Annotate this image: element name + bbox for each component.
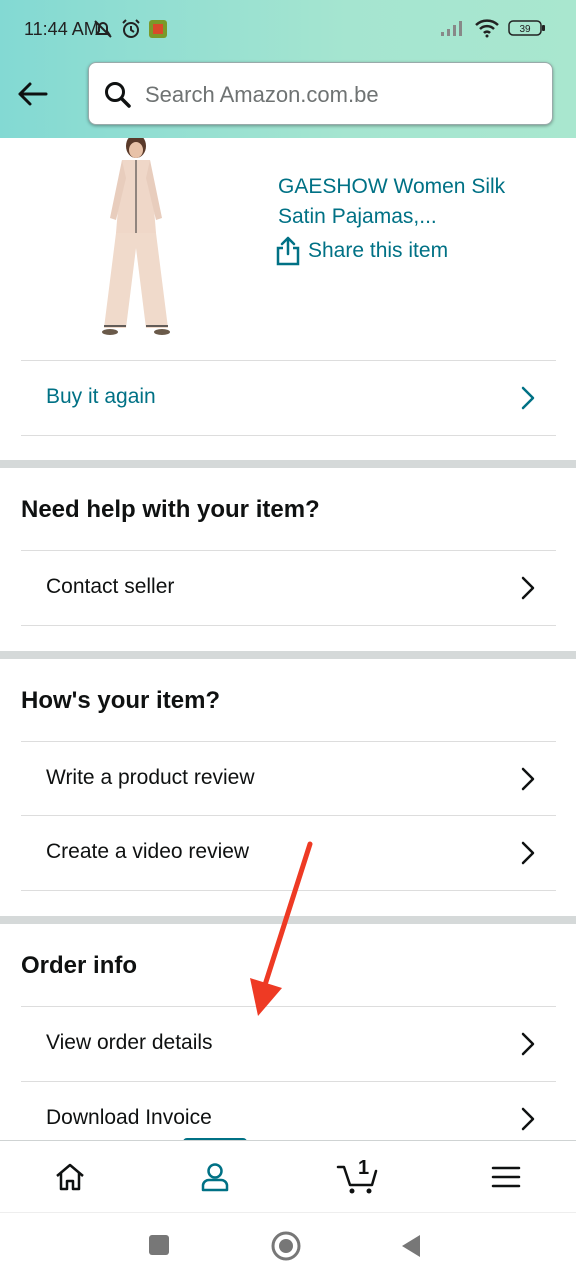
nav-cart[interactable]: 1	[318, 1141, 398, 1213]
divider-line	[21, 625, 556, 626]
annotation-arrow	[250, 841, 313, 1016]
nav-home[interactable]	[30, 1141, 110, 1213]
nav-account[interactable]	[175, 1141, 255, 1213]
search-icon	[105, 82, 131, 108]
system-nav-bar	[0, 1212, 576, 1280]
signal-icon	[441, 21, 462, 36]
battery-icon: 39	[508, 20, 545, 36]
order-info-heading: Order info	[21, 952, 138, 979]
view-order-details-label: View order details	[46, 1031, 213, 1054]
arrow-left-icon	[18, 82, 48, 106]
search-placeholder: Search Amazon.com.be	[145, 82, 379, 107]
chevron-right-icon	[521, 767, 535, 791]
product-title-link[interactable]: GAESHOW Women Silk Satin Pajamas,...	[278, 172, 548, 232]
home-button-icon[interactable]	[270, 1230, 302, 1262]
download-invoice-label: Download Invoice	[46, 1106, 212, 1129]
bell-off-icon	[94, 20, 112, 38]
status-time: 11:44 AM	[24, 19, 99, 39]
section-divider	[0, 651, 576, 659]
cart-count: 1	[358, 1157, 370, 1179]
chevron-right-icon	[521, 1107, 535, 1131]
divider-line	[21, 435, 556, 436]
wifi-icon	[475, 19, 499, 38]
section-divider	[0, 460, 576, 468]
product-title-line2: Satin Pajamas,...	[278, 205, 437, 228]
nav-menu[interactable]	[466, 1141, 546, 1213]
buy-again-row[interactable]: Buy it again	[21, 360, 556, 435]
product-title-line1: GAESHOW Women Silk	[278, 175, 506, 198]
search-input[interactable]: Search Amazon.com.be	[88, 62, 553, 125]
chevron-right-icon	[521, 1032, 535, 1056]
review-heading: How's your item?	[21, 687, 221, 714]
write-review-row[interactable]: Write a product review	[21, 741, 556, 816]
account-icon	[201, 1163, 229, 1192]
svg-text:39: 39	[519, 24, 531, 35]
app-icon	[149, 20, 167, 38]
share-label: Share this item	[308, 239, 449, 262]
recent-apps-icon[interactable]	[148, 1234, 170, 1256]
status-left-icons	[92, 18, 168, 40]
home-icon	[56, 1163, 84, 1191]
back-button[interactable]	[14, 76, 50, 112]
menu-icon	[491, 1166, 521, 1188]
bottom-nav: 1	[0, 1140, 576, 1212]
contact-seller-label: Contact seller	[46, 575, 175, 598]
product-image[interactable]	[96, 138, 176, 336]
write-review-label: Write a product review	[46, 766, 255, 789]
contact-seller-row[interactable]: Contact seller	[21, 550, 556, 625]
help-heading: Need help with your item?	[21, 496, 320, 523]
alarm-icon	[122, 19, 140, 38]
chevron-right-icon	[521, 386, 535, 410]
chevron-right-icon	[521, 841, 535, 865]
video-review-label: Create a video review	[46, 840, 250, 863]
share-icon	[276, 236, 300, 266]
status-right-icons: 39	[440, 18, 546, 38]
buy-again-label: Buy it again	[46, 385, 156, 408]
back-nav-icon[interactable]	[400, 1233, 422, 1259]
status-bar: 11:44 AM 39	[0, 0, 576, 60]
share-item-link[interactable]: Share this item	[276, 236, 448, 266]
chevron-right-icon	[521, 576, 535, 600]
app-header: 11:44 AM 39 Search Amazon.com.be	[0, 0, 576, 138]
